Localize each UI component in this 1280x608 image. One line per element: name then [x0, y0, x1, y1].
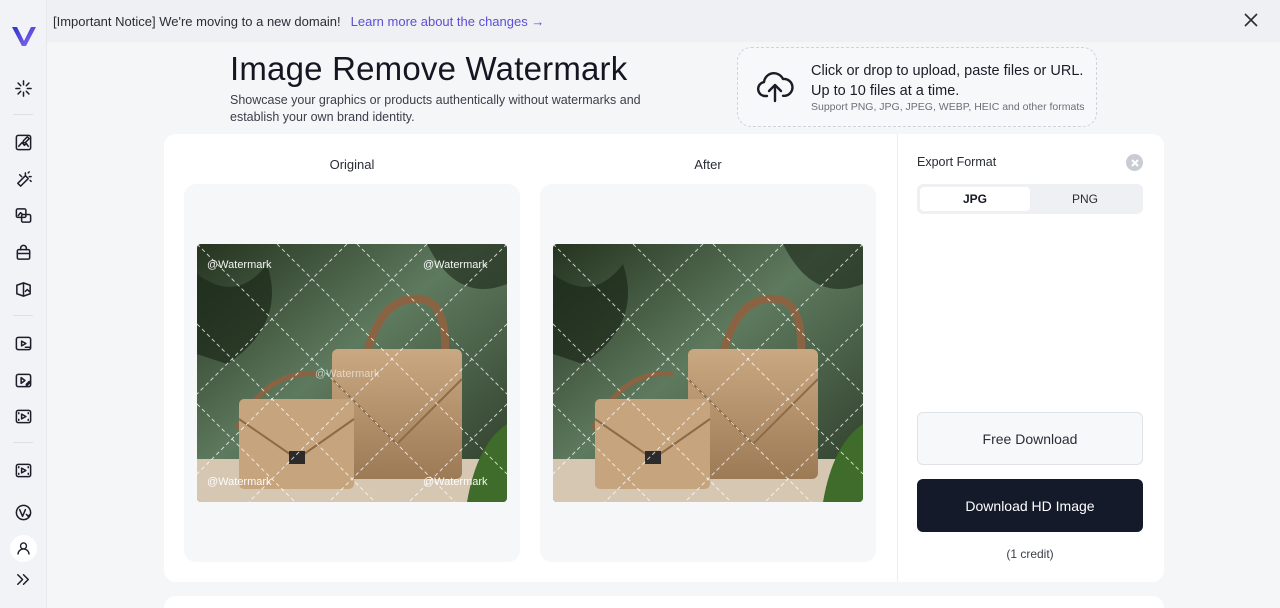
watermark-text: @Watermark: [423, 476, 488, 488]
expand-icon[interactable]: [12, 568, 34, 590]
page-title: Image Remove Watermark: [230, 50, 628, 87]
notice-text: [Important Notice] We're moving to a new…: [53, 13, 341, 29]
sidebar: [0, 0, 47, 608]
video-film-icon[interactable]: [12, 405, 34, 427]
upload-formats: Support PNG, JPG, JPEG, WEBP, HEIC and o…: [811, 101, 1085, 113]
bag-icon[interactable]: [12, 241, 34, 263]
brand-badge-icon[interactable]: [12, 501, 34, 523]
format-option-png[interactable]: PNG: [1030, 187, 1140, 211]
original-label: Original: [329, 157, 375, 172]
after-image: [553, 244, 863, 502]
video-edit-icon[interactable]: [12, 369, 34, 391]
original-image: @Watermark @Watermark @Watermark @Waterm…: [197, 244, 507, 502]
logo-icon[interactable]: [11, 24, 37, 48]
close-icon[interactable]: [1126, 154, 1143, 171]
magic-wand-icon[interactable]: [12, 168, 34, 190]
image-edit-icon[interactable]: [12, 131, 34, 153]
user-icon: [17, 542, 30, 555]
secondary-card: [164, 596, 1164, 608]
download-hd-button[interactable]: Download HD Image: [917, 479, 1143, 532]
format-option-jpg[interactable]: JPG: [920, 187, 1030, 211]
watermark-text: @Watermark: [207, 259, 272, 271]
watermark-text: @Watermark: [315, 368, 380, 380]
watermark-text: @Watermark: [207, 476, 272, 488]
editor-card: Original After @Watermark @Watermark @Wa…: [164, 134, 1164, 582]
avatar[interactable]: [10, 535, 37, 562]
upload-limit: Up to 10 files at a time.: [811, 83, 960, 99]
video-enhance-icon[interactable]: [12, 459, 34, 481]
after-panel: [540, 184, 876, 562]
watermark-text: @Watermark: [423, 259, 488, 271]
credit-note: (1 credit): [1006, 547, 1054, 561]
page-subtitle: Showcase your graphics or products authe…: [230, 93, 641, 124]
free-download-button[interactable]: Free Download: [917, 412, 1143, 465]
upload-instruction: Click or drop to upload, paste files or …: [811, 63, 1084, 79]
close-icon[interactable]: [1244, 13, 1260, 29]
notice-bar: [Important Notice] We're moving to a new…: [47, 0, 1280, 42]
notice-link[interactable]: Learn more about the changes →: [351, 14, 545, 29]
split-image-icon[interactable]: [12, 278, 34, 300]
sparkle-icon[interactable]: [12, 77, 34, 99]
after-label: After: [694, 157, 722, 172]
video-play-icon[interactable]: [12, 332, 34, 354]
export-format-label: Export Format: [917, 155, 997, 169]
cloud-upload-icon: [756, 72, 794, 103]
upload-dropzone[interactable]: Click or drop to upload, paste files or …: [737, 47, 1097, 127]
format-toggle: JPG PNG: [917, 184, 1143, 214]
image-swap-icon[interactable]: [12, 204, 34, 226]
panel-divider: [897, 134, 898, 582]
original-panel: @Watermark @Watermark @Watermark @Waterm…: [184, 184, 520, 562]
